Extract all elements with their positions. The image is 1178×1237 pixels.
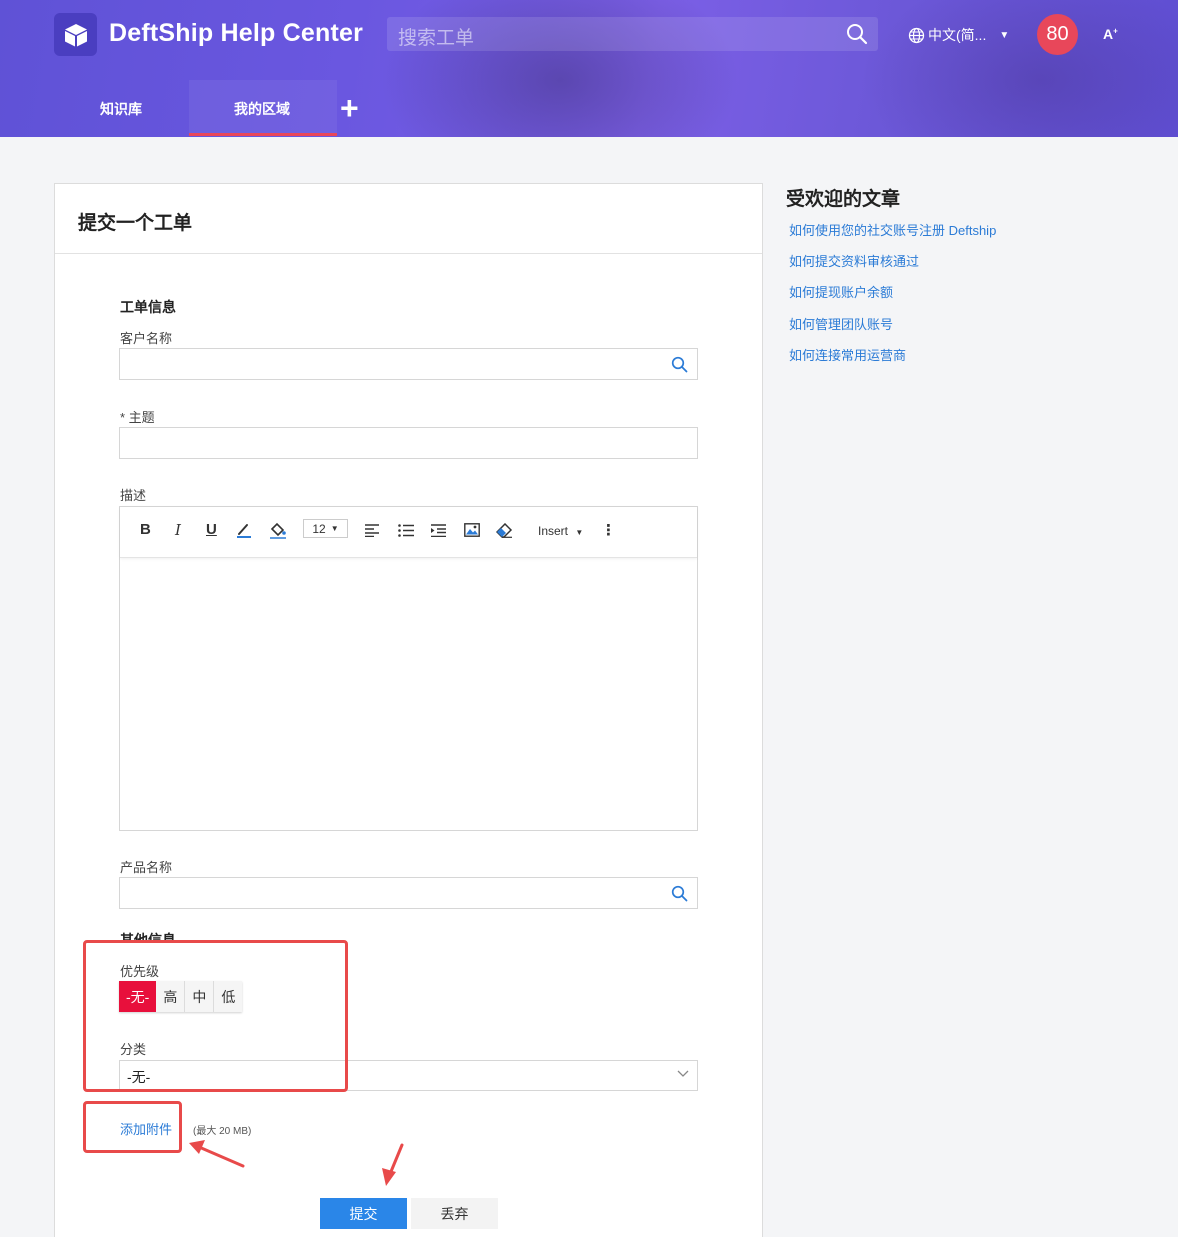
tab-knowledge-base[interactable]: 知识库 <box>100 99 142 119</box>
font-size-icon[interactable]: A+ <box>1103 26 1118 42</box>
article-link[interactable]: 如何提交资料审核通过 <box>789 251 919 270</box>
product-label: 产品名称 <box>120 860 173 875</box>
customer-input[interactable] <box>119 348 698 380</box>
site-header: DeftShip Help Center 搜索工单 中文(简... ▼ 80 A… <box>0 0 1178 137</box>
search-icon[interactable] <box>846 23 868 45</box>
underline-button[interactable]: U <box>206 521 217 538</box>
chevron-down-icon: ▼ <box>330 524 339 533</box>
add-tab-button[interactable]: + <box>340 92 359 124</box>
list-icon[interactable] <box>398 524 414 537</box>
editor-content-area[interactable] <box>120 558 697 830</box>
description-label: 描述 <box>120 488 147 503</box>
annotation-box-priority-category <box>83 940 348 1092</box>
section-other-info: 其他信息 <box>120 932 176 940</box>
annotation-arrow-attachment <box>189 1140 245 1168</box>
chevron-down-icon: ▼ <box>575 528 584 537</box>
search-icon[interactable] <box>671 885 688 902</box>
page-title: 提交一个工单 <box>78 213 193 234</box>
customer-label: 客户名称 <box>120 331 173 346</box>
editor-toolbar: B I U 12 ▼ Insert ▼ ⋮ <box>120 507 697 558</box>
font-size-value: 12 <box>312 521 326 536</box>
image-icon[interactable] <box>464 523 480 537</box>
globe-icon <box>908 27 925 43</box>
italic-button[interactable]: I <box>175 521 181 539</box>
chevron-down-icon <box>677 1070 689 1077</box>
article-link[interactable]: 如何管理团队账号 <box>789 314 893 333</box>
font-size-label: A <box>1103 26 1114 42</box>
insert-menu[interactable]: Insert ▼ <box>538 524 583 538</box>
text-color-icon[interactable] <box>236 522 252 538</box>
font-size-select[interactable]: 12 ▼ <box>303 519 348 538</box>
discard-button[interactable]: 丢弃 <box>411 1198 498 1229</box>
indent-icon[interactable] <box>431 524 446 537</box>
bold-button[interactable]: B <box>140 521 151 538</box>
panel-header: 提交一个工单 <box>55 184 762 254</box>
cube-icon <box>64 23 87 46</box>
description-editor[interactable]: B I U 12 ▼ Insert ▼ ⋮ <box>119 506 698 831</box>
logo[interactable] <box>54 13 97 56</box>
insert-label: Insert <box>538 524 569 538</box>
avatar[interactable]: 80 <box>1037 14 1078 55</box>
article-link[interactable]: 如何提现账户余额 <box>789 282 893 301</box>
search-bar[interactable]: 搜索工单 <box>387 17 878 51</box>
annotation-arrow-submit <box>382 1143 404 1186</box>
subject-label: * 主题 <box>120 410 155 425</box>
more-options-icon[interactable]: ⋮ <box>601 521 616 539</box>
chevron-down-icon: ▼ <box>999 29 1010 41</box>
submit-button[interactable]: 提交 <box>320 1198 407 1229</box>
tab-my-area[interactable]: 我的区域 <box>234 99 290 119</box>
attachment-size-note: (最大 20 MB) <box>193 1126 252 1137</box>
article-link[interactable]: 如何连接常用运营商 <box>789 345 906 364</box>
popular-articles-title: 受欢迎的文章 <box>786 189 901 210</box>
search-icon[interactable] <box>671 356 688 373</box>
search-placeholder: 搜索工单 <box>398 28 475 49</box>
eraser-icon[interactable] <box>496 523 513 538</box>
language-selector[interactable]: 中文(简... ▼ <box>908 25 1009 45</box>
subject-input[interactable] <box>119 427 698 459</box>
product-input[interactable] <box>119 877 698 909</box>
align-left-icon[interactable] <box>365 524 380 537</box>
annotation-box-attachment <box>83 1101 182 1153</box>
language-label: 中文(简... <box>928 27 987 43</box>
active-tab-indicator <box>189 133 337 136</box>
brand-title[interactable]: DeftShip Help Center <box>109 19 363 48</box>
section-ticket-info: 工单信息 <box>120 299 176 315</box>
article-link[interactable]: 如何使用您的社交账号注册 Deftship <box>789 220 996 239</box>
fill-color-icon[interactable] <box>269 521 287 539</box>
